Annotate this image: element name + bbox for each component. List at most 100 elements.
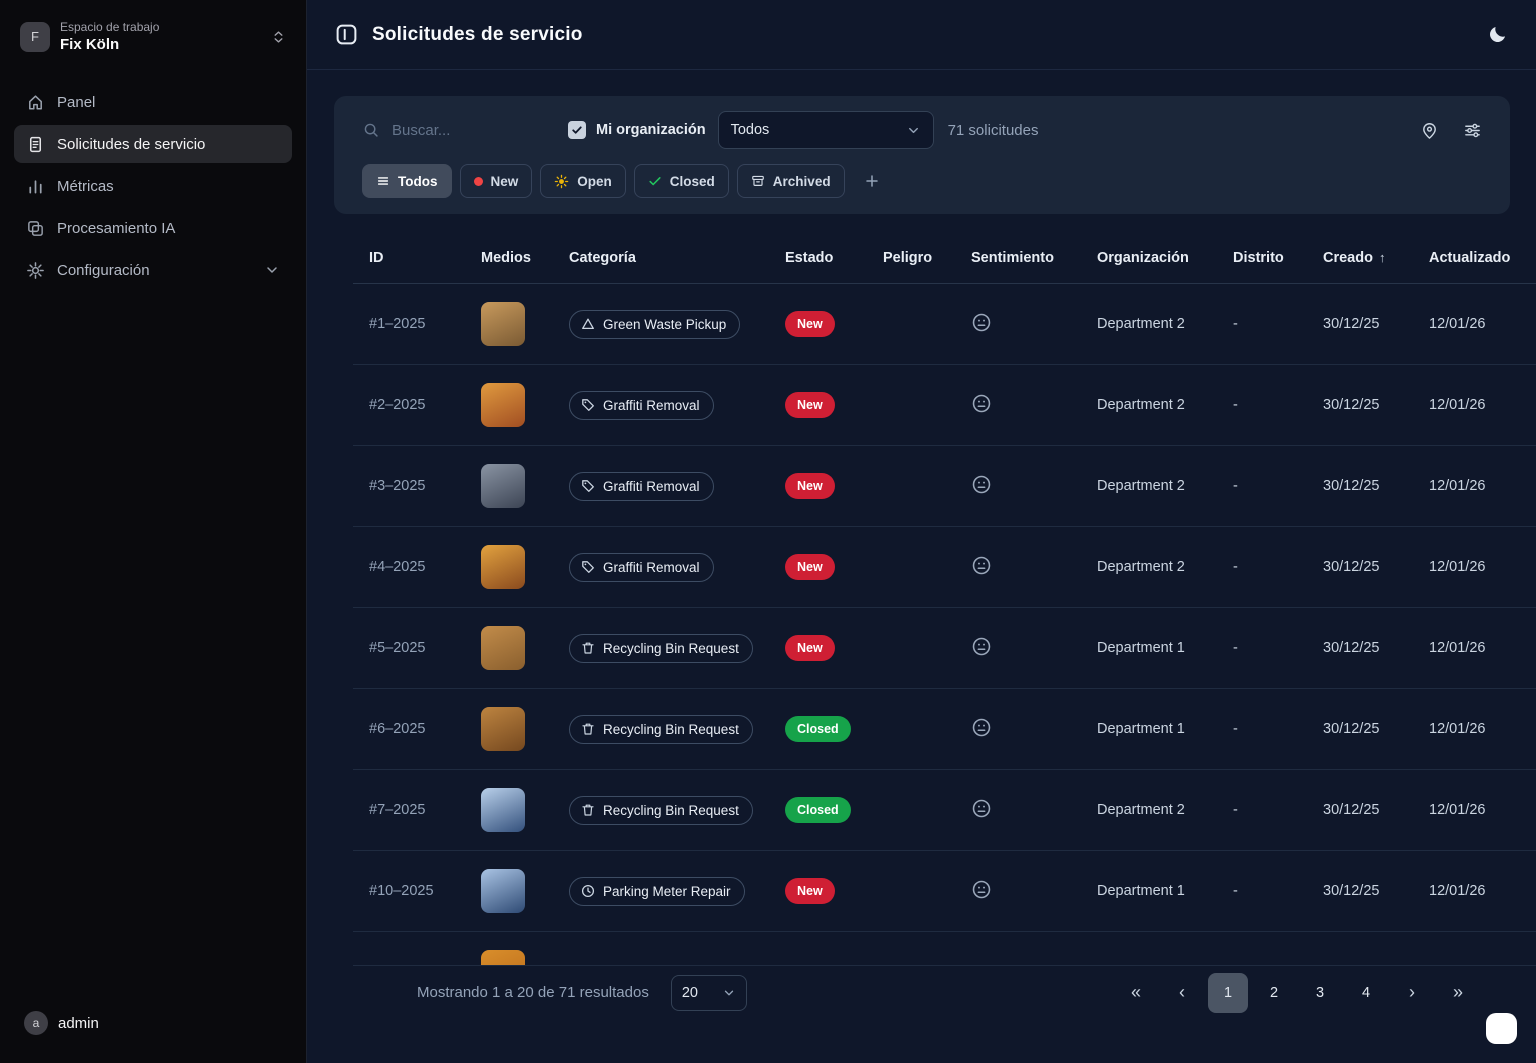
sidebar-item-metricas[interactable]: Métricas [14,167,292,205]
category-label: Graffiti Removal [603,398,700,413]
pagination-page-4[interactable]: 4 [1346,973,1386,1013]
sidebar-item-procesamiento-ia[interactable]: Procesamiento IA [14,209,292,247]
my-organization-checkbox[interactable] [568,121,586,139]
table-row[interactable]: #5–2025 Recycling Bin Request New Depart… [353,608,1536,689]
column-header-estado[interactable]: Estado [769,250,867,266]
archive-icon [751,174,765,188]
column-header-sentimiento[interactable]: Sentimiento [955,250,1081,266]
category-badge[interactable]: Recycling Bin Request [569,634,753,663]
pagination-page-3[interactable]: 3 [1300,973,1340,1013]
search-input[interactable] [390,121,540,140]
column-header-categoria[interactable]: Categoría [553,250,769,266]
topbar: Solicitudes de servicio [307,0,1536,70]
district-cell: - [1217,802,1307,818]
category-badge[interactable]: Recycling Bin Request [569,796,753,825]
sidebar-item-label: Configuración [57,262,150,279]
tab-label: Closed [670,174,715,189]
dark-mode-toggle[interactable] [1487,24,1508,45]
updated-cell: 12/01/26 [1413,316,1536,332]
category-badge[interactable]: Parking Meter Repair [569,877,745,906]
list-icon [376,174,390,188]
tab-open[interactable]: Open [540,164,626,198]
table-row[interactable]: #10–2025 Parking Meter Repair New Depart… [353,851,1536,932]
page-size-select[interactable]: 20 [671,975,747,1011]
sidebar-item-solicitudes[interactable]: Solicitudes de servicio [14,125,292,163]
media-cell [465,788,553,832]
status-cell: Closed [769,797,867,823]
column-header-medios[interactable]: Medios [465,250,553,266]
scope-select[interactable]: Todos [718,111,934,149]
search-row: Mi organización Todos 71 solicitudes [362,110,1482,150]
media-thumbnail[interactable] [481,707,525,751]
media-thumbnail[interactable] [481,788,525,832]
pagination-page-1[interactable]: 1 [1208,973,1248,1013]
created-cell: 30/12/25 [1307,883,1413,899]
category-cell: Recycling Bin Request [553,796,769,825]
media-thumbnail[interactable] [481,545,525,589]
media-thumbnail[interactable] [481,869,525,913]
tab-todos[interactable]: Todos [362,164,452,198]
category-badge[interactable]: Graffiti Removal [569,553,714,582]
my-organization-filter[interactable]: Mi organización [568,121,706,139]
pagination-prev-button[interactable]: ‹ [1162,973,1202,1013]
category-cell: Green Waste Pickup [553,310,769,339]
pagination-first-button[interactable]: « [1116,973,1156,1013]
column-header-actualizado[interactable]: Actualizado [1413,250,1536,266]
media-cell [465,869,553,913]
table-row[interactable]: #2–2025 Graffiti Removal New Department … [353,365,1536,446]
table-footer: Mostrando 1 a 20 de 71 resultados 20 « ‹… [353,965,1536,1029]
status-badge: New [785,392,835,418]
category-badge[interactable]: Green Waste Pickup [569,310,740,339]
request-id: #2–2025 [353,397,465,413]
add-filter-tab-button[interactable] [857,166,887,196]
sidebar-item-panel[interactable]: Panel [14,83,292,121]
filter-sliders-icon[interactable] [1463,121,1482,140]
column-header-peligro[interactable]: Peligro [867,250,955,266]
media-cell [465,950,553,965]
organization-cell: Department 2 [1081,802,1217,818]
updated-cell: 12/01/26 [1413,883,1536,899]
requests-icon [26,135,45,154]
district-cell: - [1217,478,1307,494]
category-label: Recycling Bin Request [603,722,739,737]
category-badge[interactable]: Recycling Bin Request [569,715,753,744]
pagination-page-2[interactable]: 2 [1254,973,1294,1013]
table-row[interactable] [353,932,1536,965]
table-row[interactable]: #4–2025 Graffiti Removal New Department … [353,527,1536,608]
column-header-organizacion[interactable]: Organización [1081,250,1217,266]
tab-new[interactable]: New [460,164,533,198]
pagination-next-button[interactable]: › [1392,973,1432,1013]
category-badge[interactable]: Graffiti Removal [569,391,714,420]
status-cell: New [769,311,867,337]
table-row[interactable]: #1–2025 Green Waste Pickup New Departmen… [353,284,1536,365]
tab-archived[interactable]: Archived [737,164,845,198]
chat-widget-button[interactable] [1486,1013,1517,1044]
media-thumbnail[interactable] [481,626,525,670]
district-cell: - [1217,640,1307,656]
sidebar-item-configuracion[interactable]: Configuración [14,251,292,289]
tab-label: Open [577,174,612,189]
user-menu[interactable]: a admin [0,1001,306,1045]
created-cell: 30/12/25 [1307,478,1413,494]
workspace-switcher[interactable]: F Espacio de trabajo Fix Köln [0,14,306,71]
pagination-last-button[interactable]: » [1438,973,1478,1013]
media-thumbnail[interactable] [481,383,525,427]
table-row[interactable]: #6–2025 Recycling Bin Request Closed Dep… [353,689,1536,770]
table-row[interactable]: #7–2025 Recycling Bin Request Closed Dep… [353,770,1536,851]
map-pin-icon[interactable] [1420,121,1439,140]
column-header-distrito[interactable]: Distrito [1217,250,1307,266]
category-icon [581,398,595,412]
tab-label: Todos [398,174,438,189]
media-thumbnail[interactable] [481,464,525,508]
media-thumbnail[interactable] [481,950,525,965]
tab-closed[interactable]: Closed [634,164,729,198]
column-header-id[interactable]: ID [353,250,465,266]
media-thumbnail[interactable] [481,302,525,346]
column-header-creado[interactable]: Creado↑ [1307,250,1413,266]
tab-label: Archived [773,174,831,189]
category-badge[interactable]: Graffiti Removal [569,472,714,501]
sentiment-neutral-icon [971,474,992,495]
table-row[interactable]: #3–2025 Graffiti Removal New Department … [353,446,1536,527]
sentiment-neutral-icon [971,555,992,576]
updated-cell: 12/01/26 [1413,802,1536,818]
